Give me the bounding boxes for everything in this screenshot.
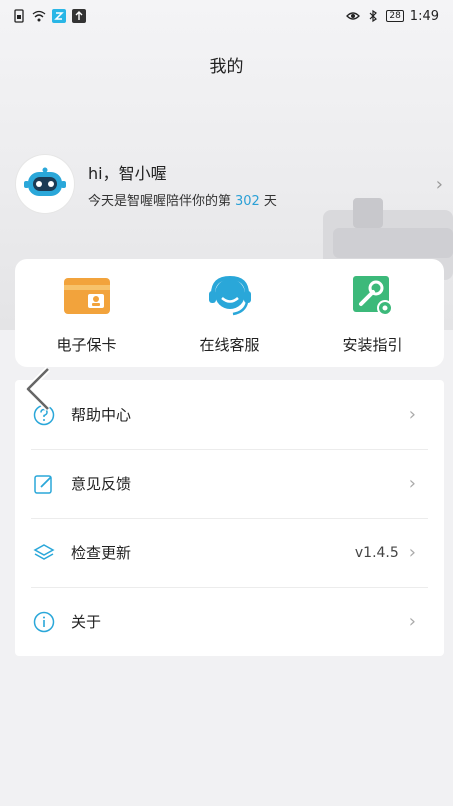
wifi-icon bbox=[32, 10, 46, 22]
status-bar: 28 1:49 bbox=[0, 0, 453, 32]
chevron-right-icon: › bbox=[435, 174, 443, 195]
companion-days: 今天是智喔喔陪伴你的第 302 天 bbox=[88, 190, 453, 209]
warranty-card-icon bbox=[63, 277, 110, 314]
quick-label: 电子保卡 bbox=[56, 335, 117, 354]
customer-service-icon bbox=[208, 275, 251, 315]
app-notification-icon bbox=[52, 9, 66, 23]
quick-warranty-card[interactable]: 电子保卡 bbox=[22, 272, 152, 355]
menu-label: 帮助中心 bbox=[71, 406, 132, 424]
menu-label: 意见反馈 bbox=[71, 475, 132, 493]
avatar[interactable] bbox=[16, 155, 74, 213]
bluetooth-icon bbox=[369, 9, 378, 23]
page-title: 我的 bbox=[209, 57, 244, 77]
days-count: 302 bbox=[235, 193, 260, 209]
install-guide-icon bbox=[352, 275, 393, 316]
days-suffix: 天 bbox=[263, 193, 277, 209]
profile-card[interactable]: hi，智小喔 今天是智喔喔陪伴你的第 302 天 › bbox=[16, 152, 453, 216]
clock: 1:49 bbox=[409, 8, 439, 24]
back-arrow-icon[interactable] bbox=[22, 367, 56, 411]
quick-actions: 电子保卡 在线客服 安装指引 bbox=[15, 259, 444, 367]
menu-item-check-update[interactable]: 检查更新 v1.4.5 › bbox=[15, 518, 444, 587]
robot-avatar-icon bbox=[24, 167, 66, 196]
feedback-icon bbox=[34, 474, 52, 494]
battery-icon: 28 bbox=[386, 10, 404, 22]
quick-customer-service[interactable]: 在线客服 bbox=[165, 272, 295, 355]
quick-label: 安装指引 bbox=[342, 335, 403, 354]
info-icon bbox=[33, 611, 55, 632]
menu-label: 关于 bbox=[71, 613, 102, 631]
chevron-right-icon: › bbox=[408, 611, 416, 632]
greeting: hi，智小喔 bbox=[88, 163, 167, 183]
chevron-right-icon: › bbox=[408, 542, 416, 563]
upload-icon bbox=[72, 9, 86, 23]
chevron-right-icon: › bbox=[408, 473, 416, 494]
settings-menu: 帮助中心 › 意见反馈 › 检查更新 v1.4.5 › 关于 › bbox=[15, 380, 444, 656]
chevron-right-icon: › bbox=[408, 404, 416, 425]
menu-item-help[interactable]: 帮助中心 › bbox=[15, 380, 444, 449]
version-value: v1.4.5 bbox=[354, 544, 399, 561]
days-prefix: 今天是智喔喔陪伴你的第 bbox=[88, 193, 232, 209]
menu-item-about[interactable]: 关于 › bbox=[15, 587, 444, 656]
quick-install-guide[interactable]: 安装指引 bbox=[308, 272, 438, 355]
menu-item-feedback[interactable]: 意见反馈 › bbox=[15, 449, 444, 518]
menu-label: 检查更新 bbox=[71, 544, 132, 562]
quick-label: 在线客服 bbox=[199, 335, 260, 354]
eye-icon bbox=[346, 12, 361, 20]
sim-icon bbox=[14, 9, 24, 23]
update-layers-icon bbox=[33, 543, 55, 560]
